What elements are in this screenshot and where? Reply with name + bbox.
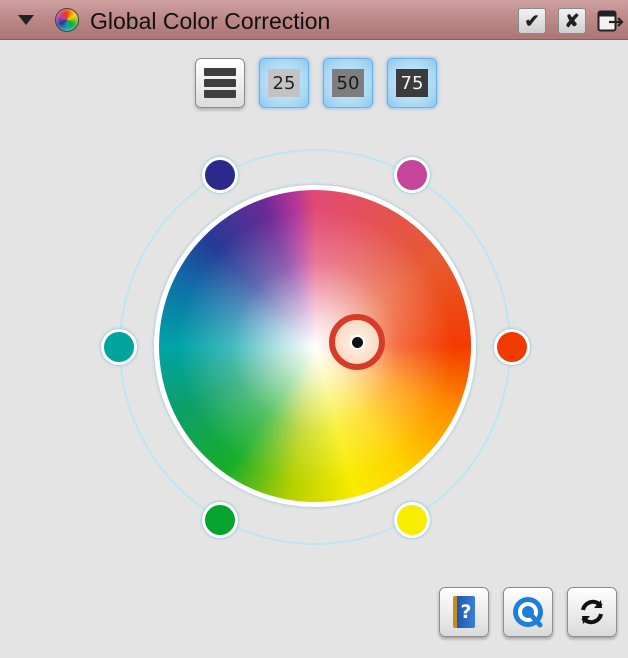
level-25-button[interactable]: 25 [259, 58, 309, 108]
level-50-button[interactable]: 50 [323, 58, 373, 108]
level-50-label: 50 [332, 69, 364, 97]
picker-dot [349, 334, 365, 350]
color-wheel-icon [55, 8, 79, 32]
quick-preview-button[interactable] [503, 587, 553, 637]
title-bar: Global Color Correction ✔ ✘ [0, 0, 628, 40]
layers-icon [204, 68, 236, 76]
level-75-button[interactable]: 75 [387, 58, 437, 108]
window-title: Global Color Correction [90, 8, 331, 34]
help-button[interactable]: ? [439, 587, 489, 637]
color-wheel[interactable] [159, 190, 471, 502]
level-75-label: 75 [396, 69, 428, 97]
confirm-button[interactable]: ✔ [518, 8, 546, 34]
layers-icon-bar [204, 79, 236, 87]
color-picker-handle[interactable] [329, 314, 385, 370]
layers-icon-bar [204, 90, 236, 98]
reset-icon [581, 599, 603, 625]
color-wheel-center [159, 190, 471, 502]
node-cyan[interactable] [101, 329, 137, 365]
layers-button[interactable] [195, 58, 245, 108]
quicktime-icon [513, 597, 543, 628]
node-green[interactable] [202, 502, 238, 538]
node-red[interactable] [494, 329, 530, 365]
node-blue[interactable] [202, 157, 238, 193]
collapse-triangle-icon[interactable] [18, 15, 34, 25]
help-book-icon: ? [453, 596, 475, 628]
checkmark-icon: ✔ [524, 10, 540, 31]
level-25-label: 25 [268, 69, 300, 97]
reset-button[interactable] [567, 587, 617, 637]
undock-button[interactable] [597, 8, 625, 34]
undock-icon [597, 10, 624, 32]
node-magenta[interactable] [394, 157, 430, 193]
close-button[interactable]: ✘ [558, 8, 586, 34]
node-yellow[interactable] [394, 502, 430, 538]
close-icon: ✘ [564, 10, 580, 31]
